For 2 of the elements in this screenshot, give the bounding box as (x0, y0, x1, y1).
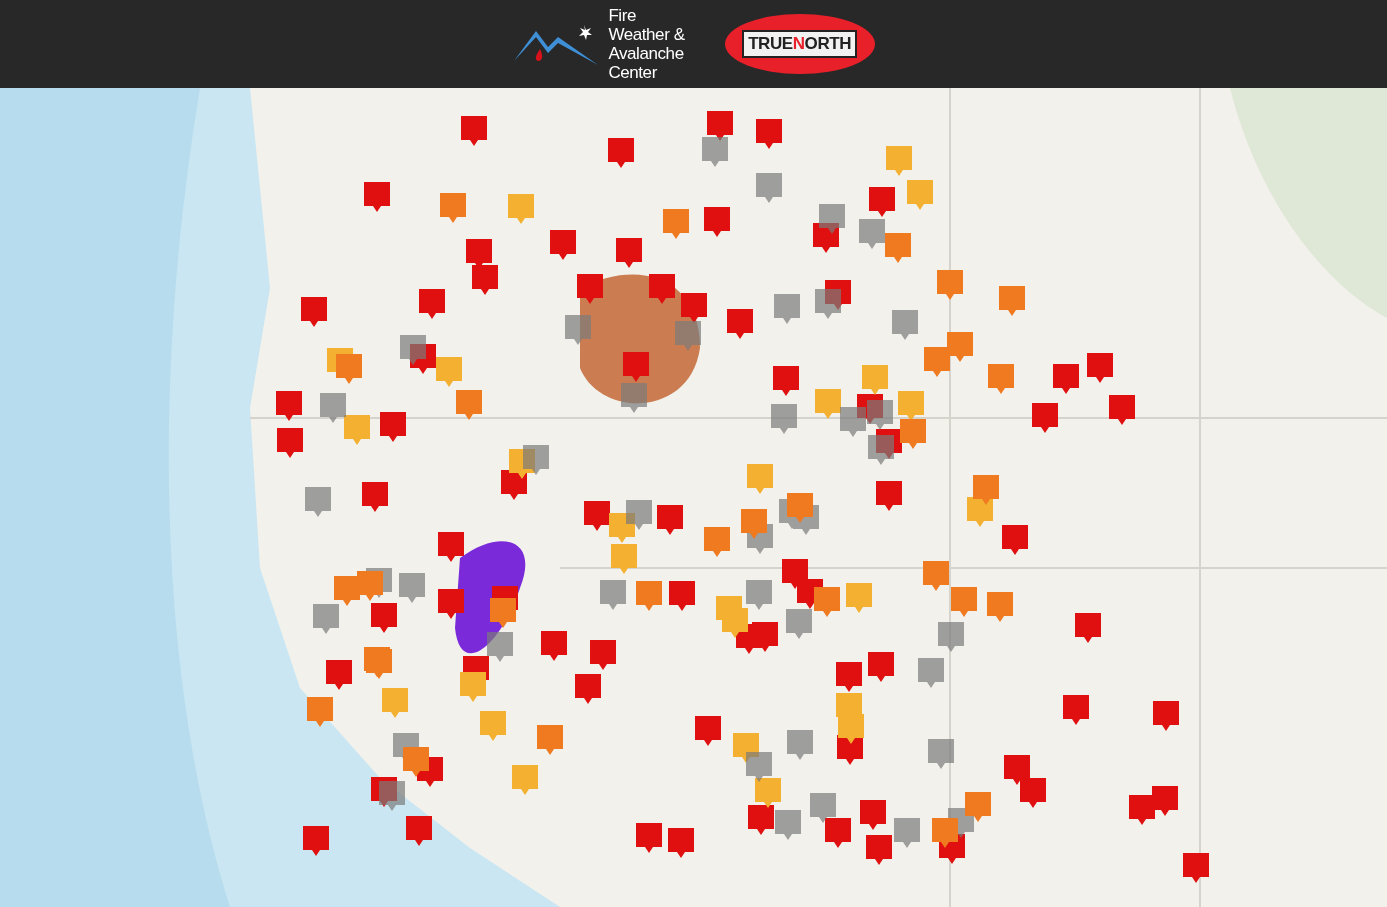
brand-logo: TRUENORTH (724, 14, 875, 74)
logo-text: Fire Weather & Avalanche Center (608, 6, 685, 82)
